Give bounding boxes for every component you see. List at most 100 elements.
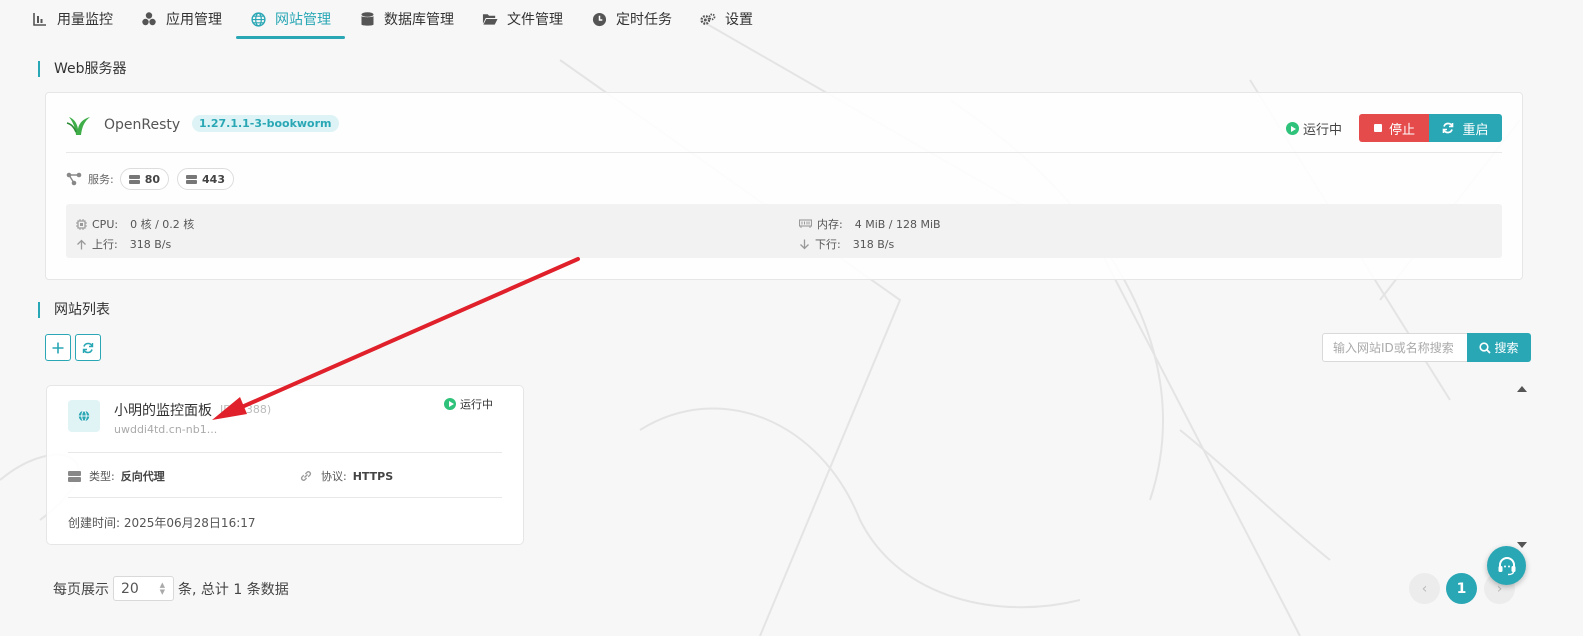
running-icon [1285,122,1299,135]
plus-icon [52,342,64,353]
memory-stat: 内存: 4 MiB / 128 MiB [799,216,941,232]
site-type: 类型: 反向代理 [68,468,165,484]
site-list-section-title: 网站列表 [38,302,110,318]
tab-scheduled-tasks[interactable]: 定时任务 [577,0,686,38]
restart-label: 重启 [1462,122,1489,138]
search-label: 搜索 [1494,341,1519,355]
page-size-select[interactable]: 20 ▲ ▼ [113,576,174,601]
services-label: 服务: [88,173,114,186]
globe-icon [250,11,266,27]
divider [68,497,502,498]
port-pill-443: 443 [177,168,234,190]
openresty-logo-icon [66,117,90,135]
page-size-value: 20 [121,580,139,597]
memory-label: 内存: [817,218,843,231]
tab-label: 网站管理 [275,12,331,28]
restart-button[interactable]: 重启 [1429,114,1502,142]
arrow-up-icon [77,239,86,249]
site-status-text: 运行中 [460,398,493,411]
cubes-icon [141,11,157,27]
download-value: 318 B/s [852,237,895,251]
port-pill-80: 80 [119,168,170,190]
tab-website-management[interactable]: 网站管理 [236,0,345,39]
tab-label: 设置 [725,12,753,28]
server-icon [68,470,81,482]
cpu-value: 0 核 / 0.2 核 [130,218,195,231]
tab-label: 应用管理 [166,12,222,28]
site-domain[interactable]: uwddi4td.cn-nb1... [114,423,217,436]
site-globe-icon [68,400,100,432]
page: 用量监控 应用管理 网站管理 数据库管理 文件管理 定时任务 设置 Web服务器… [0,0,1583,636]
link-icon [300,471,312,481]
upload-value: 318 B/s [129,237,172,251]
site-name[interactable]: 小明的监控面板 [114,400,212,420]
cpu-label: CPU: [92,217,119,231]
site-id: ID: 1388) [220,403,272,416]
prev-page-button[interactable]: ‹ [1409,573,1440,604]
search-button[interactable]: 搜索 [1467,333,1531,362]
server-status-text: 运行中 [1302,123,1342,138]
type-label: 类型: [89,470,115,483]
clock-icon [591,11,607,27]
cpu-icon [76,218,87,230]
tab-usage-monitor[interactable]: 用量监控 [18,0,127,38]
site-search-input[interactable] [1322,333,1467,362]
resource-stats: CPU: 0 核 / 0.2 核 上行: 318 B/s 内存: 4 MiB /… [66,204,1502,258]
server-name: OpenResty [104,117,181,133]
upload-stat: 上行: 318 B/s [76,236,171,252]
divider [68,452,502,453]
tab-file-management[interactable]: 文件管理 [468,0,577,38]
upload-label: 上行: [92,238,118,251]
refresh-icon [82,342,94,353]
scroll-down-arrow[interactable] [1517,542,1527,548]
pagination-info: 每页展示 20 ▲ ▼ 条, 总计 1 条数据 [53,576,289,601]
download-stat: 下行: 318 B/s [799,236,894,252]
stop-button[interactable]: 停止 [1359,114,1430,142]
server-icon [128,174,140,184]
tab-label: 数据库管理 [384,12,454,28]
gears-icon [700,11,716,27]
bar-chart-icon [32,11,48,27]
database-icon [359,11,375,27]
server-status: 运行中 [1285,119,1342,138]
site-status: 运行中 [444,396,493,412]
port-value: 80 [144,172,161,186]
memory-icon [799,219,812,228]
tab-database-management[interactable]: 数据库管理 [345,0,468,38]
arrow-down-icon [800,239,809,249]
add-site-button[interactable] [45,334,71,361]
headset-icon [1498,556,1515,575]
server-icon [186,174,198,184]
site-card[interactable]: 小明的监控面板 ID: 1388) uwddi4td.cn-nb1... 运行中… [46,385,524,545]
search-icon [1479,341,1492,354]
current-page-number: 1 [1456,580,1467,597]
tab-settings[interactable]: 设置 [686,0,767,38]
current-page-button[interactable]: 1 [1446,573,1477,604]
refresh-icon [1443,122,1454,134]
per-page-label: 每页展示 [53,581,109,598]
network-icon [66,172,82,186]
cpu-stat: CPU: 0 核 / 0.2 核 [76,216,194,232]
refresh-list-button[interactable] [75,334,101,361]
tab-label: 定时任务 [616,12,672,28]
web-server-section-title: Web服务器 [38,61,127,77]
web-server-header: OpenResty 1.27.1.1-3-bookworm 运行中 停止 重启 [66,111,1502,153]
stop-label: 停止 [1388,122,1415,138]
tab-app-management[interactable]: 应用管理 [127,0,236,38]
stepper-icon: ▲ ▼ [159,581,165,596]
scroll-up-arrow[interactable] [1517,386,1527,392]
site-created-time: 创建时间: 2025年06月28日16:17 [68,516,256,530]
web-server-card: OpenResty 1.27.1.1-3-bookworm 运行中 停止 重启 … [45,92,1523,280]
running-icon [444,398,456,410]
services-row: 服务: 80 443 [66,168,242,190]
version-badge: 1.27.1.1-3-bookworm [192,115,339,132]
customer-support-button[interactable] [1487,546,1526,585]
site-protocol: 协议: HTTPS [299,468,393,484]
protocol-label: 协议: [321,470,347,483]
chevron-left-icon: ‹ [1421,580,1428,597]
protocol-value: HTTPS [352,469,394,483]
total-text: 条, 总计 1 条数据 [178,581,289,598]
type-value: 反向代理 [120,470,165,483]
top-nav: 用量监控 应用管理 网站管理 数据库管理 文件管理 定时任务 设置 [18,0,767,40]
tab-label: 文件管理 [507,12,563,28]
